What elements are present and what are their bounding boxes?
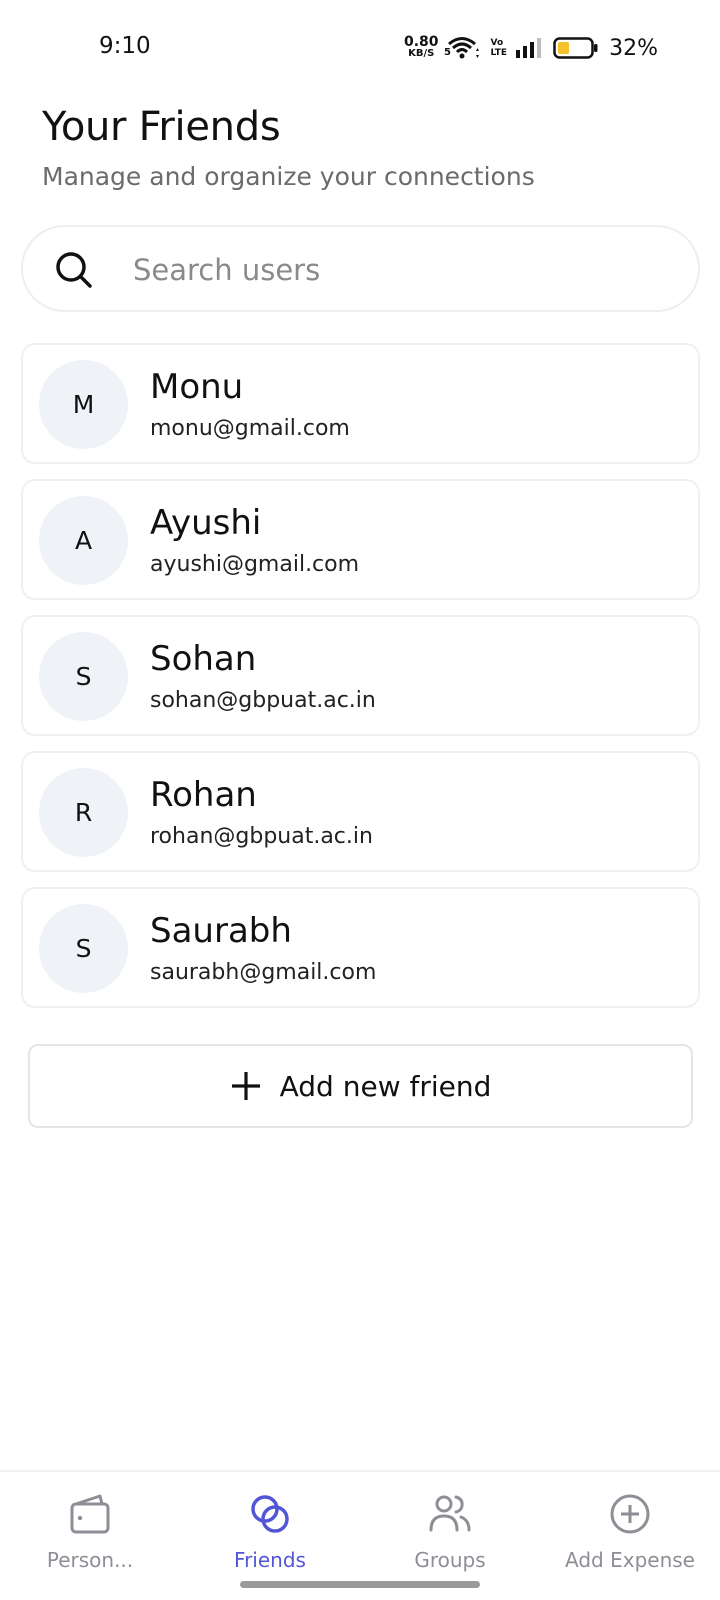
avatar: R — [39, 768, 128, 857]
avatar: S — [39, 632, 128, 721]
status-time: 9:10 — [99, 33, 151, 59]
plus-icon — [230, 1070, 262, 1102]
page-title: Your Friends — [42, 104, 281, 150]
wallet-icon — [66, 1490, 114, 1538]
friend-email: ayushi@gmail.com — [150, 552, 360, 577]
nav-add-expense[interactable]: Add Expense — [540, 1472, 720, 1590]
nav-label: Groups — [414, 1548, 486, 1572]
search-bar[interactable] — [21, 225, 700, 312]
signal-icon — [515, 37, 545, 59]
users-icon — [426, 1490, 474, 1538]
battery-percent: 32% — [609, 35, 658, 61]
nav-friends[interactable]: Friends — [180, 1472, 360, 1590]
status-bar: 9:10 0.80 KB/S 5 Vo LTE 32% — [0, 0, 720, 96]
network-speed-unit: KB/S — [408, 48, 435, 59]
friend-name: Rohan — [150, 775, 257, 815]
wifi-band-badge: 5 — [444, 47, 451, 58]
friend-list: M Monu monu@gmail.com A Ayushi ayushi@gm… — [21, 343, 700, 1023]
friend-email: rohan@gbpuat.ac.in — [150, 824, 373, 849]
friend-card-sohan[interactable]: S Sohan sohan@gbpuat.ac.in — [21, 615, 700, 736]
battery-icon — [553, 36, 599, 60]
avatar: A — [39, 496, 128, 585]
status-icons: 0.80 KB/S 5 Vo LTE 32% — [404, 33, 658, 63]
volte-top: Vo — [490, 38, 504, 48]
search-icon — [53, 249, 95, 291]
friend-card-saurabh[interactable]: S Saurabh saurabh@gmail.com — [21, 887, 700, 1008]
plus-circle-icon — [606, 1490, 654, 1538]
network-speed-value: 0.80 — [404, 34, 439, 50]
nav-label: Person... — [46, 1548, 134, 1572]
nav-label: Add Expense — [565, 1548, 695, 1572]
network-speed: 0.80 KB/S — [404, 34, 439, 59]
nav-groups[interactable]: Groups — [360, 1472, 540, 1590]
nav-label: Friends — [234, 1548, 306, 1572]
home-indicator[interactable] — [240, 1581, 480, 1588]
add-friend-button[interactable]: Add new friend — [28, 1044, 693, 1128]
avatar: M — [39, 360, 128, 449]
friends-screen: 9:10 0.80 KB/S 5 Vo LTE 32% Your Friends… — [0, 0, 720, 1600]
search-input[interactable] — [133, 245, 673, 295]
page-subtitle: Manage and organize your connections — [42, 162, 535, 191]
friend-card-ayushi[interactable]: A Ayushi ayushi@gmail.com — [21, 479, 700, 600]
friends-rings-icon — [246, 1490, 294, 1538]
friend-email: sohan@gbpuat.ac.in — [150, 688, 376, 713]
friend-name: Monu — [150, 367, 244, 407]
friend-card-monu[interactable]: M Monu monu@gmail.com — [21, 343, 700, 464]
add-friend-label: Add new friend — [279, 1069, 492, 1103]
friend-name: Saurabh — [150, 911, 292, 951]
nav-personal[interactable]: Person... — [0, 1472, 180, 1590]
avatar: S — [39, 904, 128, 993]
friend-card-rohan[interactable]: R Rohan rohan@gbpuat.ac.in — [21, 751, 700, 872]
friend-email: saurabh@gmail.com — [150, 960, 377, 985]
friend-name: Ayushi — [150, 503, 262, 543]
volte-bottom: LTE — [490, 48, 508, 58]
friend-name: Sohan — [150, 639, 257, 679]
wifi-icon — [447, 35, 483, 61]
friend-email: monu@gmail.com — [150, 416, 350, 441]
volte-icon: Vo LTE — [491, 38, 508, 58]
